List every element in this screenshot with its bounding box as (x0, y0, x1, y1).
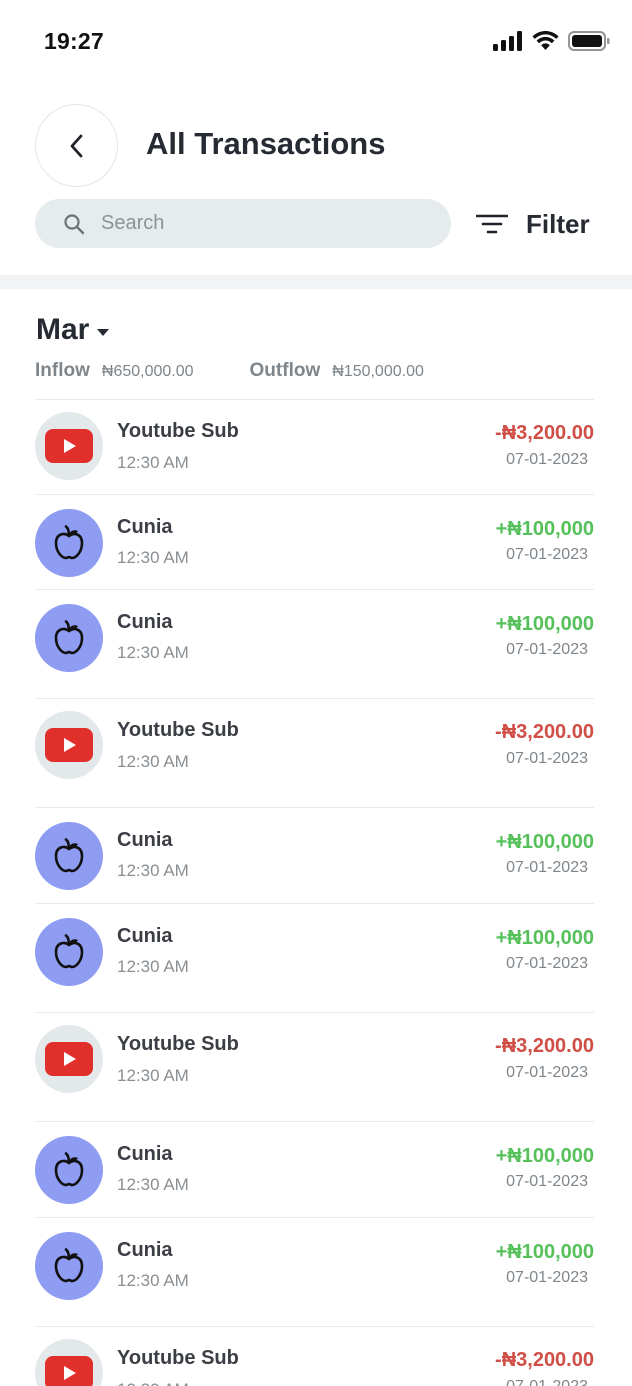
transaction-time: 12:30 AM (117, 453, 189, 472)
transaction-date: 07-01-2023 (506, 641, 588, 658)
transaction-row[interactable]: Youtube Sub 12:30 AM -₦3,200.00 07-01-2023 (35, 399, 594, 494)
search-box[interactable] (35, 199, 451, 248)
transaction-name: Cunia (117, 829, 173, 851)
inflow-amount: ₦650,000.00 (101, 363, 194, 380)
section-divider (0, 275, 632, 289)
transaction-row[interactable]: Cunia 12:30 AM +₦100,000 07-01-2023 (35, 589, 594, 684)
status-icons (493, 30, 610, 52)
transaction-row[interactable]: Cunia 12:30 AM +₦100,000 07-01-2023 (35, 903, 594, 998)
transaction-row[interactable]: Cunia 12:30 AM +₦100,000 07-01-2023 (35, 1121, 594, 1216)
transaction-time: 12:30 AM (117, 1175, 189, 1194)
transaction-amount: +₦100,000 (495, 927, 594, 949)
transaction-avatar (35, 1339, 103, 1386)
transaction-avatar (35, 711, 103, 779)
transaction-date: 07-01-2023 (506, 750, 588, 767)
transaction-name: Cunia (117, 611, 173, 633)
transaction-row[interactable]: Youtube Sub 12:30 AM -₦3,200.00 07-01-2023 (35, 1012, 594, 1107)
status-bar: 19:27 (0, 0, 632, 80)
transaction-avatar (35, 412, 103, 480)
filter-lines-icon (476, 214, 508, 234)
search-icon (64, 213, 85, 234)
transaction-date: 07-01-2023 (506, 451, 588, 468)
youtube-icon (45, 429, 93, 463)
youtube-icon (45, 728, 93, 762)
transaction-row[interactable]: Youtube Sub 12:30 AM -₦3,200.00 07-01-2023 (35, 1326, 594, 1386)
transaction-amount: -₦3,200.00 (495, 1035, 594, 1057)
transaction-date: 07-01-2023 (506, 546, 588, 563)
transaction-time: 12:30 AM (117, 1271, 189, 1290)
page-title: All Transactions (146, 126, 386, 161)
transaction-amount: +₦100,000 (495, 613, 594, 635)
month-selector[interactable]: Mar (36, 313, 110, 347)
search-input[interactable] (101, 212, 401, 235)
transaction-date: 07-01-2023 (506, 955, 588, 972)
transaction-date: 07-01-2023 (506, 1378, 588, 1386)
transaction-time: 12:30 AM (117, 1380, 189, 1386)
transaction-row[interactable]: Cunia 12:30 AM +₦100,000 07-01-2023 (35, 494, 594, 589)
transaction-name: Youtube Sub (117, 719, 239, 741)
transaction-row[interactable]: Cunia 12:30 AM +₦100,000 07-01-2023 (35, 1217, 594, 1312)
apple-icon (54, 838, 84, 873)
apple-icon (54, 1152, 84, 1187)
transaction-time: 12:30 AM (117, 1066, 189, 1085)
transaction-name: Youtube Sub (117, 1347, 239, 1369)
transaction-name: Youtube Sub (117, 1033, 239, 1055)
transaction-avatar (35, 509, 103, 577)
transaction-avatar (35, 918, 103, 986)
transaction-name: Cunia (117, 1143, 173, 1165)
filter-button[interactable]: Filter (476, 204, 590, 244)
transaction-time: 12:30 AM (117, 957, 189, 976)
apple-icon (54, 525, 84, 560)
filter-label: Filter (526, 208, 590, 239)
transaction-row[interactable]: Cunia 12:30 AM +₦100,000 07-01-2023 (35, 807, 594, 902)
transaction-avatar (35, 1232, 103, 1300)
transaction-avatar (35, 1136, 103, 1204)
battery-icon (568, 31, 610, 51)
flow-summary: Inflow ₦650,000.00 Outflow ₦150,000.00 (35, 360, 424, 382)
transaction-avatar (35, 1025, 103, 1093)
transaction-time: 12:30 AM (117, 861, 189, 880)
youtube-icon (45, 1356, 93, 1386)
transaction-amount: +₦100,000 (495, 518, 594, 540)
outflow-amount: ₦150,000.00 (332, 363, 424, 380)
transaction-time: 12:30 AM (117, 643, 189, 662)
transaction-date: 07-01-2023 (506, 1269, 588, 1286)
apple-icon (54, 934, 84, 969)
transaction-amount: +₦100,000 (495, 1241, 594, 1263)
status-time: 19:27 (44, 28, 104, 54)
caret-down-icon (97, 328, 110, 336)
transaction-amount: -₦3,200.00 (495, 721, 594, 743)
header: All Transactions (0, 104, 632, 188)
apple-icon (54, 620, 84, 655)
transaction-name: Cunia (117, 925, 173, 947)
chevron-left-icon (70, 134, 82, 157)
wifi-icon (532, 31, 559, 50)
month-label: Mar (36, 313, 90, 346)
transaction-date: 07-01-2023 (506, 1064, 588, 1081)
outflow-label: Outflow (249, 360, 321, 381)
transaction-avatar (35, 604, 103, 672)
transaction-date: 07-01-2023 (506, 1173, 588, 1190)
transaction-name: Cunia (117, 516, 173, 538)
apple-icon (54, 1248, 84, 1283)
transaction-amount: -₦3,200.00 (495, 1349, 594, 1371)
transaction-amount: -₦3,200.00 (495, 422, 594, 444)
transaction-avatar (35, 822, 103, 890)
back-button[interactable] (35, 104, 118, 187)
transaction-name: Cunia (117, 1239, 173, 1261)
transaction-amount: +₦100,000 (495, 1145, 594, 1167)
inflow-label: Inflow (35, 360, 90, 381)
transaction-date: 07-01-2023 (506, 859, 588, 876)
transaction-amount: +₦100,000 (495, 831, 594, 853)
signal-icon (493, 31, 522, 51)
transaction-row[interactable]: Youtube Sub 12:30 AM -₦3,200.00 07-01-2023 (35, 698, 594, 793)
transaction-time: 12:30 AM (117, 548, 189, 567)
youtube-icon (45, 1042, 93, 1076)
transaction-name: Youtube Sub (117, 420, 239, 442)
search-row: Filter (0, 199, 632, 249)
transaction-time: 12:30 AM (117, 752, 189, 771)
